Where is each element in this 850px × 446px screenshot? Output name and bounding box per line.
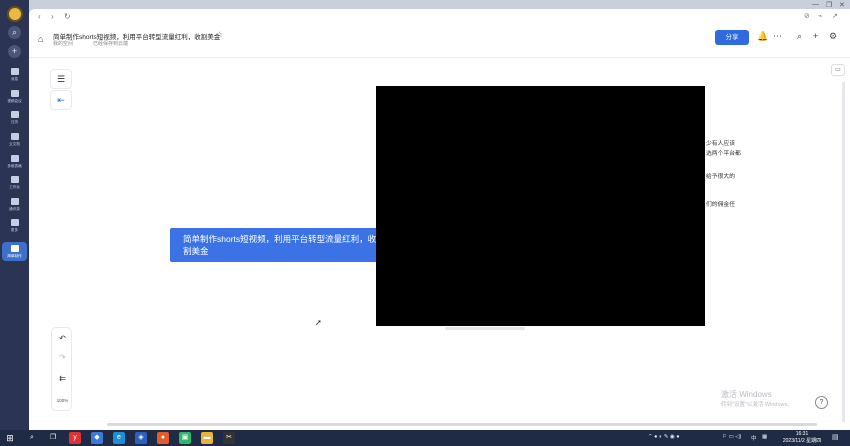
star-icon[interactable]: ☆ xyxy=(216,30,223,39)
node-text-line: 少有人应该 xyxy=(706,141,735,147)
system-clock[interactable]: 16:31 2023/11/2 星期四 xyxy=(778,431,826,444)
minimize-icon[interactable]: — xyxy=(812,1,819,8)
refresh-icon[interactable]: ↻ xyxy=(64,12,71,21)
app-sidebar: ⌕ + 消息 视频会议 日历 云文档 多维表格 工作台 通讯录 更多 简单制作 xyxy=(0,0,29,430)
sidebar-item-docs[interactable]: 云文档 xyxy=(0,133,29,147)
calendar-icon xyxy=(10,111,19,118)
search-icon[interactable]: ⌕ xyxy=(26,432,38,444)
document-header: ⌂ 简单制作shorts短视频，利用平台转型流量红利，收割美金 ☆ 我的空间 已… xyxy=(29,26,850,58)
restore-icon[interactable]: ❐ xyxy=(826,1,832,9)
node-text-line: 们的佣金任 xyxy=(706,202,735,208)
tray-icons[interactable]: ⌃ ● ◐ ✎ ◉ ● xyxy=(648,434,680,440)
app-icon[interactable]: ◆ xyxy=(91,432,103,444)
node-text-line: 选两个平台都 xyxy=(706,151,741,157)
search-icon[interactable]: ⌕ xyxy=(8,26,21,39)
close-icon[interactable]: ✕ xyxy=(839,1,845,9)
start-icon[interactable]: ⊞ xyxy=(4,432,16,444)
save-status: 已经保存到云端 xyxy=(93,41,129,47)
chat-icon xyxy=(10,68,19,75)
sidebar-item-calendar[interactable]: 日历 xyxy=(0,111,29,125)
notification-icon[interactable]: ▤ xyxy=(832,433,839,441)
table-icon xyxy=(10,155,19,162)
collapse-button[interactable]: ⇤ xyxy=(50,90,72,110)
sidebar-item-meeting[interactable]: 视频会议 xyxy=(0,90,29,104)
ime-indicator[interactable]: 中 xyxy=(751,434,757,442)
sidebar-item-more[interactable]: 更多 xyxy=(0,219,29,233)
zoom-level[interactable]: 100% xyxy=(52,398,73,403)
video-scroll-thumb[interactable] xyxy=(445,327,525,330)
nav-bar: ‹ › ↻ ⊘ ⌁ ↗ xyxy=(29,9,850,26)
mouse-cursor-icon: ➚ xyxy=(315,318,322,327)
horizontal-scrollbar[interactable] xyxy=(107,423,817,426)
add-icon[interactable]: + xyxy=(8,45,21,58)
comment-icon[interactable]: ▭ xyxy=(831,64,845,76)
home-icon[interactable]: ⌂ xyxy=(38,34,43,44)
format-painter-icon[interactable]: ⇇ xyxy=(52,374,73,383)
back-icon[interactable]: ‹ xyxy=(38,12,41,21)
file-explorer-icon[interactable]: ▬ xyxy=(201,432,213,444)
browser-icon[interactable]: ● xyxy=(157,432,169,444)
edge-icon[interactable]: e xyxy=(113,432,125,444)
sidebar-item-workplace[interactable]: 工作台 xyxy=(0,176,29,190)
task-view-icon[interactable]: ❐ xyxy=(47,432,59,444)
help-icon[interactable]: ? xyxy=(815,396,828,409)
keyboard-icon[interactable]: ▦ xyxy=(762,434,767,440)
sidebar-item-base[interactable]: 多维表格 xyxy=(0,155,29,169)
settings-icon[interactable]: ⚙ xyxy=(829,31,837,42)
outline-button[interactable]: ☰ xyxy=(50,69,72,89)
share-button[interactable]: 分享 xyxy=(715,30,749,45)
sidebar-item-contacts[interactable]: 通讯录 xyxy=(0,198,29,212)
mindmap-root-node[interactable]: 简单制作shorts短视频，利用平台转型流量红利，收割美金 xyxy=(170,228,380,262)
more-icon[interactable]: ⋯ xyxy=(773,31,782,42)
sidebar-item-current-doc[interactable]: 简单制作 xyxy=(2,242,27,261)
contacts-icon xyxy=(10,198,19,205)
open-external-icon[interactable]: ↗ xyxy=(832,12,838,20)
link-icon[interactable]: ⌁ xyxy=(818,12,822,20)
app-icon[interactable]: ▣ xyxy=(179,432,191,444)
activation-watermark-title: 激活 Windows xyxy=(721,390,772,399)
redo-icon[interactable]: ↷ xyxy=(52,353,73,362)
search-icon[interactable]: ⌕ xyxy=(797,31,802,42)
capcut-icon[interactable]: ✂ xyxy=(223,432,235,444)
yd-app-icon[interactable]: y xyxy=(69,432,81,444)
breadcrumb[interactable]: 我的空间 xyxy=(53,40,73,47)
bell-icon[interactable]: 🔔 xyxy=(757,31,768,42)
video-overlay[interactable] xyxy=(376,86,705,326)
user-avatar[interactable] xyxy=(7,6,23,22)
network-icon[interactable]: ⚐ ▭ ◁) xyxy=(722,434,741,440)
compass-icon[interactable]: ⊘ xyxy=(804,12,810,20)
indent-icon: ⇤ xyxy=(57,95,65,105)
add-icon[interactable]: + xyxy=(813,31,818,41)
activation-watermark-text: 转到"设置"以激活 Windows。 xyxy=(721,402,793,408)
sidebar-item-messages[interactable]: 消息 xyxy=(0,68,29,82)
list-icon: ☰ xyxy=(56,74,66,84)
taskbar: ⊞ ⌕ ❐ y ◆ e ◈ ● ▣ ▬ ✂ ⌃ ● ◐ ✎ ◉ ● ⚐ ▭ ◁)… xyxy=(0,430,850,446)
share-label: 分享 xyxy=(725,34,739,41)
grid-icon xyxy=(10,176,19,183)
page-title[interactable]: 简单制作shorts短视频，利用平台转型流量红利，收割美金 xyxy=(53,31,220,41)
more-apps-icon xyxy=(10,219,19,226)
vertical-scrollbar[interactable] xyxy=(842,82,845,422)
node-text-line: 给予很大的 xyxy=(706,174,735,180)
document-icon xyxy=(10,133,19,140)
clock-date: 2023/11/2 星期四 xyxy=(782,437,822,444)
video-icon xyxy=(10,90,19,97)
mindmap-icon xyxy=(10,245,19,252)
window-titlebar: — ❐ ✕ xyxy=(29,0,850,9)
canvas-toolbar: ↶ ↷ ⇇ 100% xyxy=(51,327,72,411)
forward-icon[interactable]: › xyxy=(51,12,54,21)
undo-icon[interactable]: ↶ xyxy=(52,334,73,343)
main-window: ‹ › ↻ ⊘ ⌁ ↗ ⌂ 简单制作shorts短视频，利用平台转型流量红利，收… xyxy=(29,9,850,430)
app-icon[interactable]: ◈ xyxy=(135,432,147,444)
